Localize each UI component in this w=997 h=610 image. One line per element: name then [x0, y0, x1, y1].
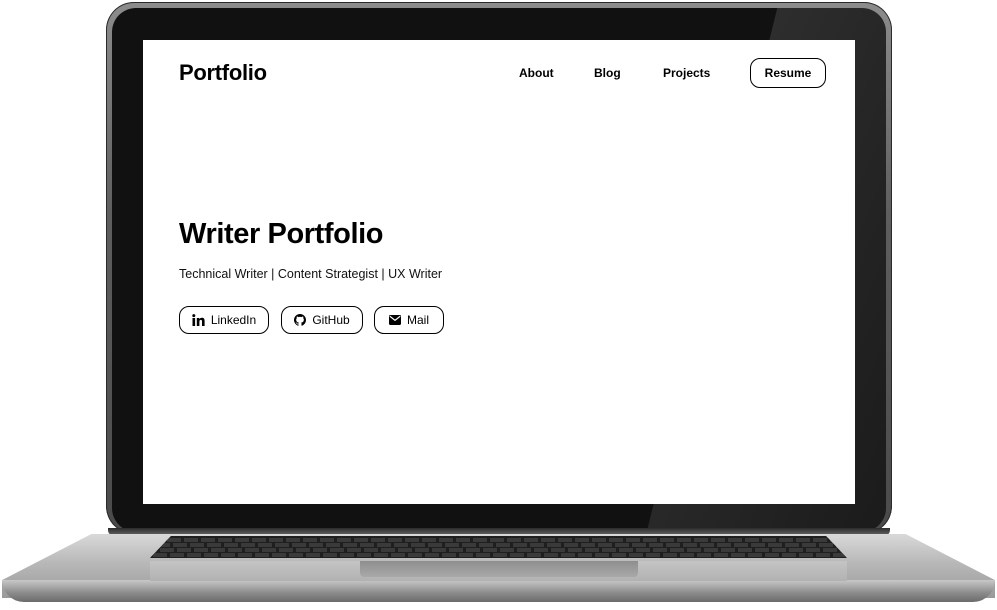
hero-subtitle: Technical Writer | Content Strategist | …	[179, 267, 443, 281]
github-icon	[294, 314, 307, 326]
keyboard	[150, 536, 847, 558]
browser-viewport: Portfolio About Blog Projects Resume Wri…	[143, 40, 855, 504]
mail-button[interactable]: Mail	[374, 306, 444, 334]
github-label: GitHub	[312, 313, 350, 327]
resume-button[interactable]: Resume	[750, 58, 826, 88]
nav-link-projects[interactable]: Projects	[663, 66, 710, 80]
resume-button-label: Resume	[764, 66, 812, 80]
linkedin-label: LinkedIn	[210, 313, 257, 327]
nav-link-blog[interactable]: Blog	[594, 66, 621, 80]
mail-label: Mail	[406, 313, 429, 327]
site-logo[interactable]: Portfolio	[179, 60, 267, 86]
laptop-mockup: Portfolio About Blog Projects Resume Wri…	[0, 0, 997, 610]
linkedin-button[interactable]: LinkedIn	[179, 306, 269, 334]
trackpad	[360, 561, 638, 577]
keyboard-row	[150, 553, 847, 557]
envelope-icon	[388, 315, 401, 325]
nav-link-about[interactable]: About	[519, 66, 554, 80]
linkedin-icon	[192, 314, 205, 326]
keyboard-row	[150, 548, 847, 552]
keyboard-row	[150, 543, 847, 547]
hero-title: Writer Portfolio	[179, 218, 384, 250]
keyboard-row	[150, 538, 847, 542]
laptop-base-edge	[2, 580, 995, 602]
site-header: Portfolio About Blog Projects Resume	[143, 40, 855, 108]
github-button[interactable]: GitHub	[281, 306, 363, 334]
